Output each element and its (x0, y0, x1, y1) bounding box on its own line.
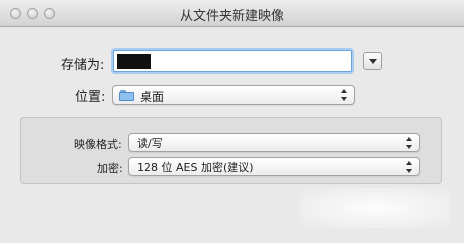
location-value: 桌面 (140, 90, 165, 104)
folder-icon (119, 90, 134, 101)
location-popup[interactable]: 桌面 (112, 85, 355, 105)
chevron-down-icon (369, 59, 377, 64)
encryption-popup[interactable]: 128 位 AES 加密(建议) (128, 157, 420, 176)
save-as-field[interactable]: ■■■■ (113, 50, 352, 72)
updown-arrows-icon (341, 89, 348, 101)
image-format-label: 映像格式: (74, 138, 122, 151)
image-format-value: 读/写 (137, 137, 163, 150)
save-as-label: 存储为: (61, 58, 105, 73)
updown-arrows-icon (406, 137, 413, 149)
save-as-value: ■■■■ (117, 54, 151, 69)
image-format-popup[interactable]: 读/写 (128, 133, 420, 152)
location-label: 位置: (75, 90, 106, 105)
encryption-value: 128 位 AES 加密(建议) (137, 161, 254, 174)
window-title: 从文件夹新建映像 (179, 9, 284, 24)
title-bar: 从文件夹新建映像 (0, 0, 464, 27)
updown-arrows-icon (406, 161, 413, 173)
expand-dialog-button[interactable] (363, 52, 382, 70)
encryption-label: 加密: (97, 162, 123, 175)
watermark-glare (300, 188, 450, 228)
